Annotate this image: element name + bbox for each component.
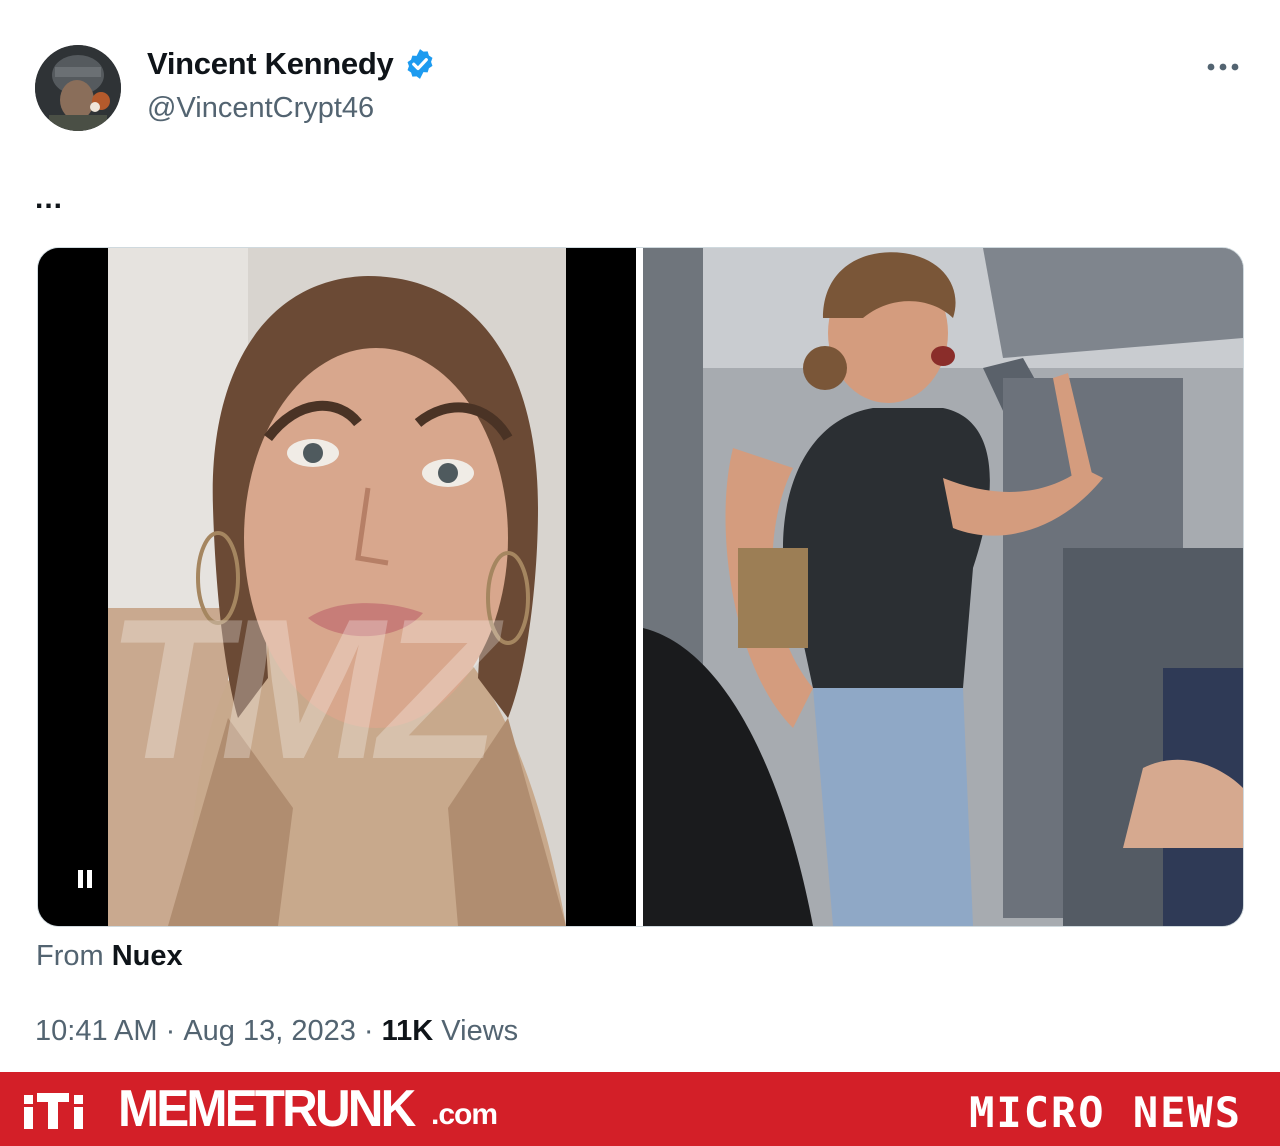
- author-name-row[interactable]: Vincent Kennedy: [147, 46, 437, 82]
- meta-separator: ·: [157, 1015, 184, 1047]
- author-display-name[interactable]: Vincent Kennedy: [147, 46, 394, 82]
- media-divider: [636, 248, 643, 926]
- pause-icon: [78, 870, 92, 888]
- source-attribution: From Nuex: [36, 940, 183, 973]
- views-label: Views: [433, 1015, 519, 1047]
- source-name[interactable]: Nuex: [112, 940, 183, 972]
- svg-text:TMZ: TMZ: [91, 577, 516, 800]
- tweet-media[interactable]: TMZ: [37, 247, 1244, 927]
- micro-news-label: MICRO NEWS: [969, 1088, 1242, 1137]
- author-avatar[interactable]: [35, 45, 121, 131]
- media-video-left[interactable]: TMZ: [38, 248, 636, 926]
- author-handle[interactable]: @VincentCrypt46: [147, 92, 374, 125]
- brand-name: MEMETRUNK: [118, 1080, 416, 1138]
- memetrunk-logo-icon: [24, 1093, 83, 1129]
- video-pause-button[interactable]: [72, 864, 98, 894]
- tweet-text: ...: [35, 182, 64, 215]
- source-prefix: From: [36, 940, 104, 972]
- brand-tld: .com: [430, 1098, 498, 1131]
- meta-separator: ·: [355, 1015, 382, 1047]
- tweet-date[interactable]: Aug 13, 2023: [183, 1015, 356, 1048]
- avatar-image: [35, 45, 121, 131]
- tweet-metadata: 10:41 AM · Aug 13, 2023 · 11K Views: [35, 1015, 518, 1048]
- verified-badge-icon: [403, 47, 437, 81]
- memetrunk-brand[interactable]: MEMETRUNK .com: [24, 1080, 498, 1138]
- media-video-right[interactable]: [643, 248, 1243, 926]
- more-horizontal-icon: [1207, 63, 1239, 71]
- tweet-time[interactable]: 10:41 AM: [35, 1015, 158, 1048]
- video-frame-woman-selfie: TMZ: [91, 248, 566, 926]
- more-options-button[interactable]: [1200, 50, 1246, 84]
- watermark-banner: MEMETRUNK .com MICRO NEWS: [0, 1072, 1280, 1146]
- tweet-card: Vincent Kennedy @VincentCrypt46 ... TMZ …: [0, 0, 1280, 1072]
- video-frame-airplane-cabin: [643, 248, 1243, 926]
- views-count[interactable]: 11K: [382, 1015, 434, 1048]
